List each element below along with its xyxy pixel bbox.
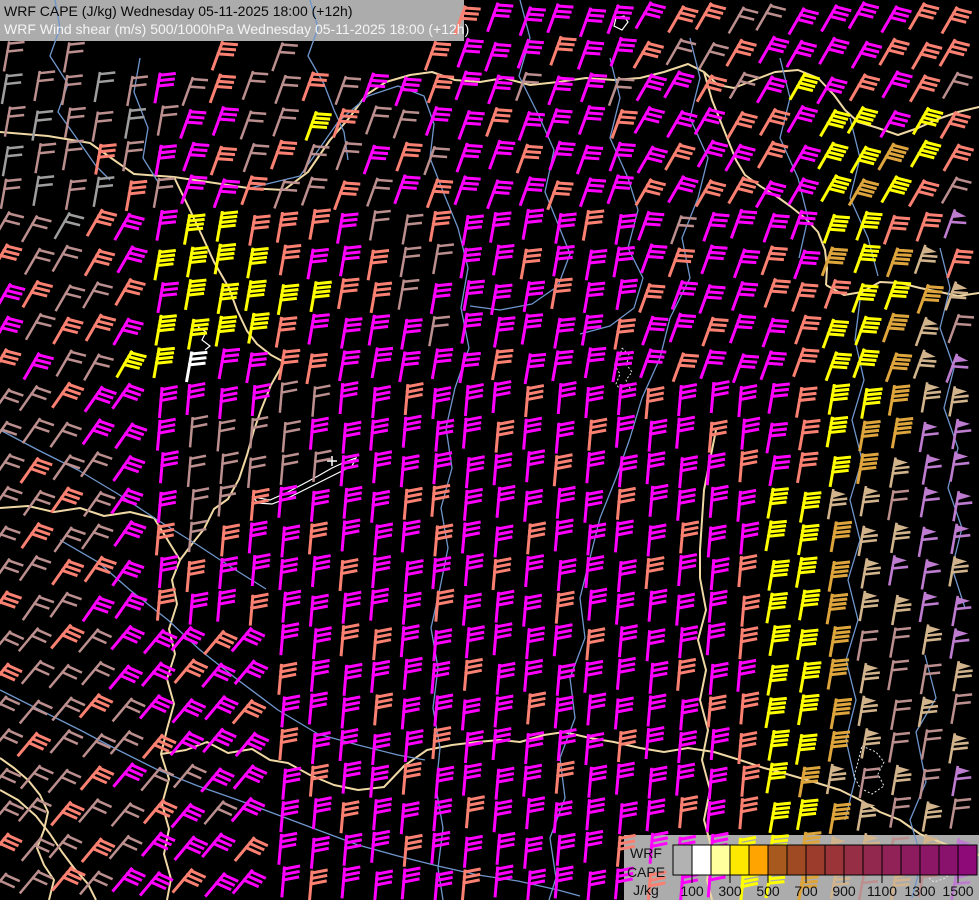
map-title-windshear: WRF Wind shear (m/s) 500/1000hPa Wednesd… (4, 21, 469, 37)
colorbar-cell (900, 844, 921, 876)
legend-tick-label: 1500 (942, 883, 973, 899)
colorbar-cell (805, 844, 826, 876)
weather-map: 100 300 500 700 900 1100 1300 1500 WRF CAPE J/k… (0, 0, 979, 900)
colorbar-cell (881, 844, 902, 876)
legend-tick-label: 300 (718, 883, 742, 899)
legend-tick-label: 100 (680, 883, 704, 899)
colorbar-cell (919, 844, 940, 876)
colorbar-cell (729, 844, 750, 876)
colorbar-cell (748, 844, 769, 876)
legend-tick-label: 900 (832, 883, 856, 899)
legend-tick-label: 700 (794, 883, 818, 899)
legend-unit-label: J/kg (633, 882, 659, 898)
map-title-cape: WRF CAPE (J/kg) Wednesday 05-11-2025 18:… (4, 3, 352, 19)
colorbar-cell (767, 844, 788, 876)
legend-model-label: WRF (630, 845, 662, 861)
wrf-map-stage: 100 300 500 700 900 1100 1300 1500 WRF CAPE J/k… (0, 0, 979, 900)
legend-tick-label: 1300 (904, 883, 935, 899)
colorbar-cell (691, 844, 712, 876)
colorbar-cell (938, 844, 959, 876)
colorbar-cell (824, 844, 845, 876)
colorbar-cell (843, 844, 864, 876)
colorbar-cell (786, 844, 807, 876)
legend-tick-label: 500 (756, 883, 780, 899)
colorbar-cell (710, 844, 731, 876)
colorbar-cell (672, 844, 693, 876)
colorbar-cell (957, 844, 978, 876)
colorbar-cell (862, 844, 883, 876)
legend-tick-label: 1100 (867, 883, 897, 899)
legend-param-label: CAPE (627, 864, 665, 880)
